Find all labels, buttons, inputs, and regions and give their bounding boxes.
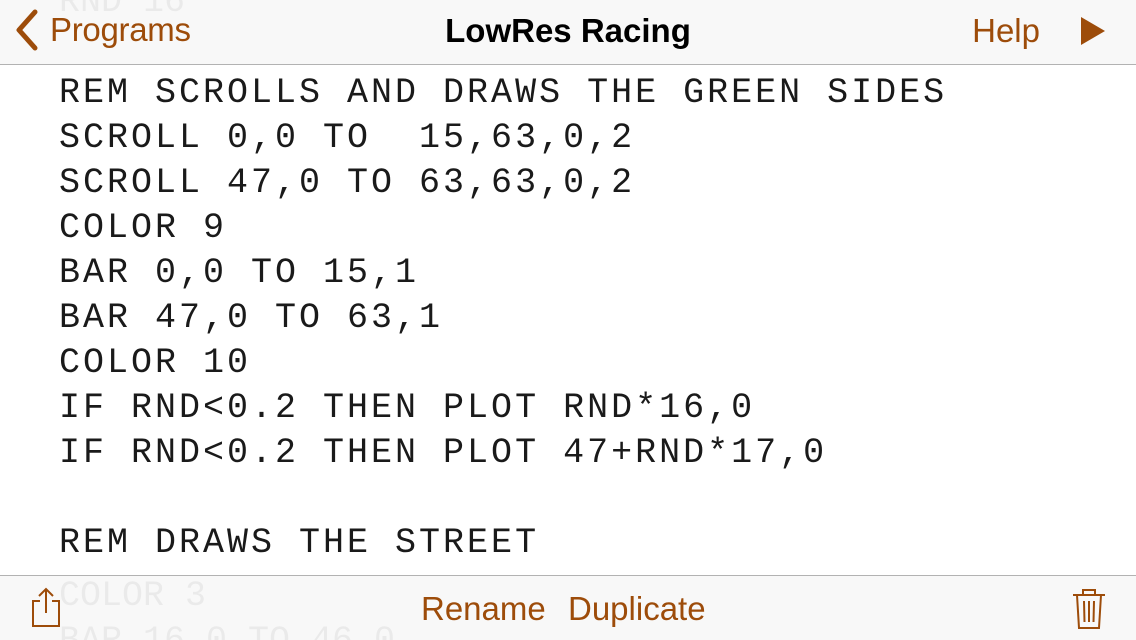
code-line-behind-toolbar: COLOR 3: [59, 576, 207, 616]
code-line-behind-toolbar: BAR 16,0 TO 46,0: [59, 621, 395, 640]
code-line: SCROLL 0,0 TO 15,63,0,2: [59, 118, 636, 158]
code-line: IF RND<0.2 THEN PLOT RND*16,0: [59, 388, 756, 428]
code-line: BAR 0,0 TO 15,1: [59, 253, 420, 293]
run-button[interactable]: [1080, 16, 1106, 46]
code-line: BAR 47,0 TO 63,1: [59, 298, 444, 338]
code-line: COLOR 9: [59, 208, 228, 248]
code-line: REM DRAWS THE STREET: [59, 523, 540, 563]
chevron-left-icon: [14, 8, 40, 52]
share-icon: [30, 586, 62, 628]
navigation-bar: RND*16 Programs LowRes Racing Help: [0, 0, 1136, 65]
trash-icon: [1072, 586, 1106, 630]
bottom-toolbar: COLOR 3 BAR 16,0 TO 46,0 Rename Duplicat…: [0, 575, 1136, 640]
code-editor[interactable]: REM SCROLLS AND DRAWS THE GREEN SIDES SC…: [0, 65, 1136, 576]
back-button[interactable]: Programs: [14, 8, 191, 52]
code-line: SCROLL 47,0 TO 63,63,0,2: [59, 163, 636, 203]
help-button[interactable]: Help: [972, 12, 1040, 50]
back-button-label: Programs: [50, 11, 191, 48]
delete-button[interactable]: [1072, 586, 1106, 630]
duplicate-button[interactable]: Duplicate: [568, 590, 706, 628]
play-icon: [1080, 16, 1106, 46]
rename-button[interactable]: Rename: [421, 590, 546, 628]
share-button[interactable]: [30, 586, 62, 628]
code-line: COLOR 10: [59, 343, 252, 383]
code-line: IF RND<0.2 THEN PLOT 47+RND*17,0: [59, 433, 828, 473]
code-line: REM SCROLLS AND DRAWS THE GREEN SIDES: [59, 73, 948, 113]
